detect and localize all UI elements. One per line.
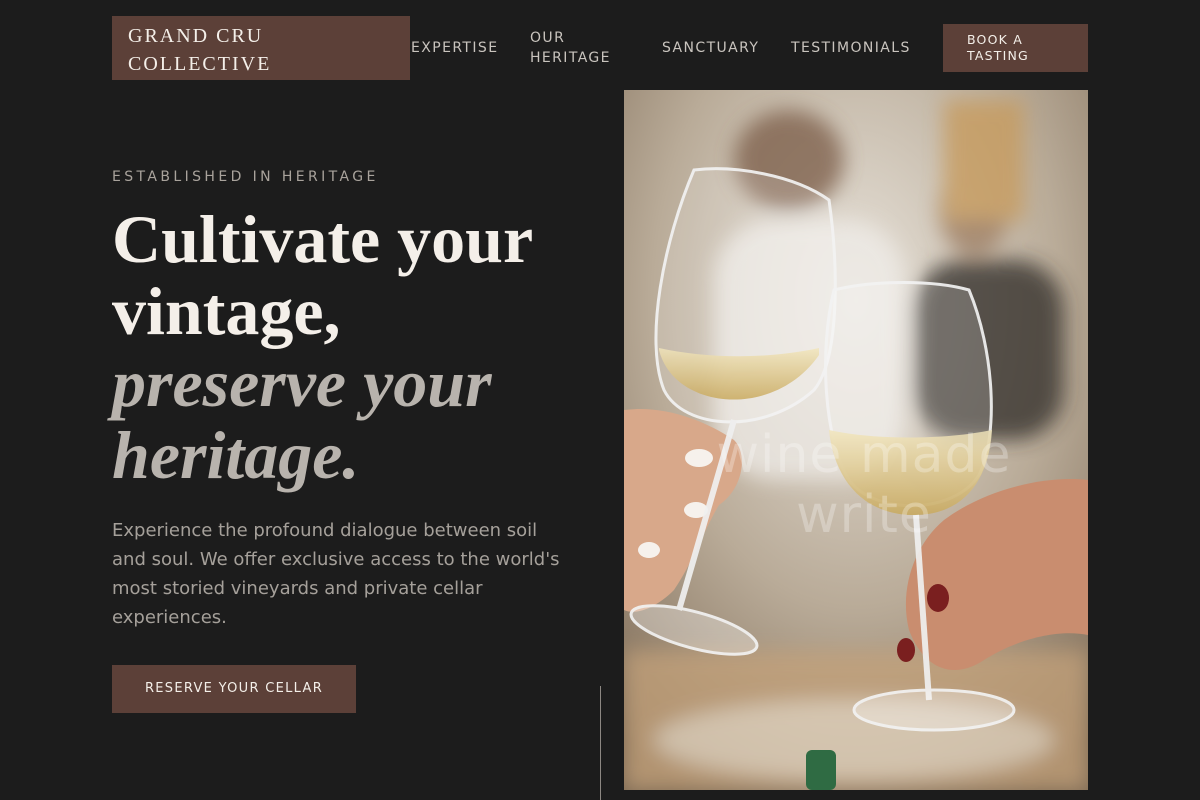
- nav-link-expertise[interactable]: EXPERTISE: [411, 38, 498, 58]
- brand-logo[interactable]: GRAND CRU COLLECTIVE: [112, 16, 410, 80]
- headline-line1: Cultivate your: [112, 201, 534, 277]
- headline-italic-line1: preserve your: [112, 345, 492, 421]
- reserve-cellar-button[interactable]: RESERVE YOUR CELLAR: [112, 665, 356, 713]
- book-tasting-label-line1: BOOK A: [967, 32, 1023, 47]
- brand-name-line1: GRAND CRU: [128, 25, 264, 47]
- headline-line2: vintage,: [112, 273, 341, 349]
- hero-photo: wine made write: [624, 90, 1088, 790]
- nav-link-our-heritage-line2: HERITAGE: [530, 50, 611, 66]
- headline-italic-line2: heritage.: [112, 417, 360, 493]
- book-tasting-label-line2: TASTING: [967, 48, 1029, 63]
- scroll-indicator-line: [600, 686, 601, 800]
- photo-watermark: wine made write: [716, 425, 1012, 545]
- nav-link-testimonials[interactable]: TESTIMONIALS: [791, 38, 911, 58]
- nav-link-our-heritage-line1: OUR: [530, 30, 566, 46]
- brand-name-line2: COLLECTIVE: [128, 53, 272, 75]
- nav-link-our-heritage[interactable]: OUR HERITAGE: [530, 28, 611, 68]
- hero-eyebrow: ESTABLISHED IN HERITAGE: [112, 169, 379, 185]
- nav-link-sanctuary[interactable]: SANCTUARY: [662, 38, 759, 58]
- hero-lead-paragraph: Experience the profound dialogue between…: [112, 520, 560, 628]
- hero-headline: Cultivate your vintage, preserve your he…: [112, 203, 612, 491]
- book-tasting-button[interactable]: BOOK A TASTING: [943, 24, 1088, 72]
